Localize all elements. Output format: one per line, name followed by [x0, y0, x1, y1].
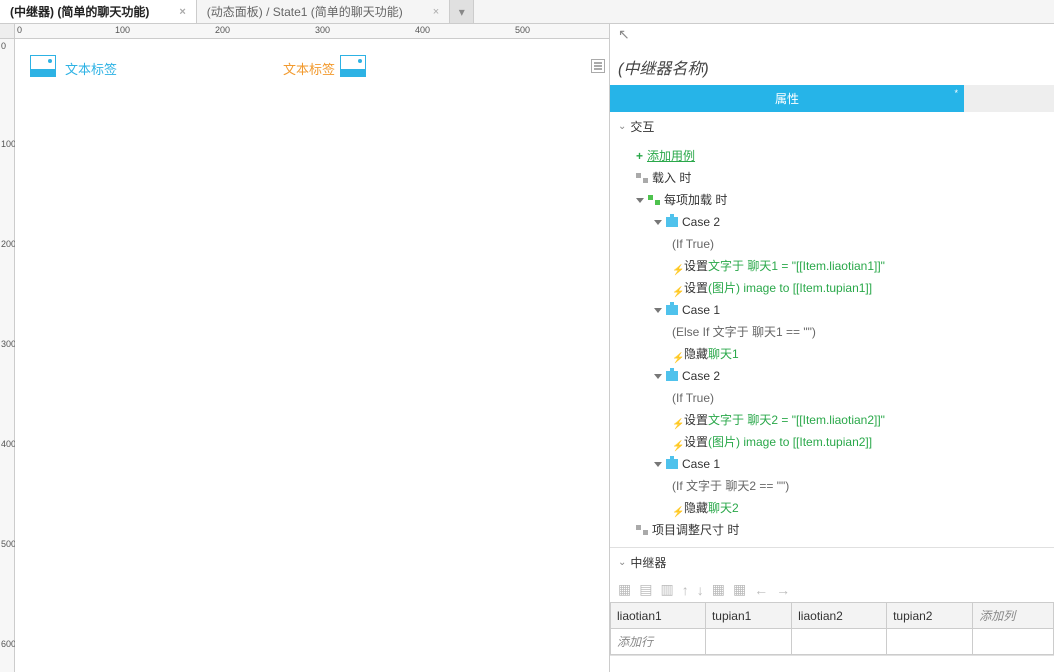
tab-properties[interactable]: 属性 * — [610, 85, 964, 112]
case-icon — [666, 305, 678, 315]
chevron-down-icon: ⌄ — [618, 557, 626, 568]
action-row[interactable]: 设置 (图片) image to [[Item.tupian1]] — [610, 277, 1054, 299]
toolbar-btn[interactable]: ▦ — [712, 581, 725, 598]
canvas-area: 0 100 200 300 400 500 0 100 200 300 400 … — [0, 24, 610, 672]
toolbar-btn[interactable]: ▦ — [733, 581, 746, 598]
widget-name[interactable]: (中继器名称) — [610, 45, 1054, 85]
case-condition: (If 文字于 聊天2 == "") — [610, 475, 1054, 497]
ruler-corner — [0, 24, 15, 39]
toolbar-btn[interactable]: ▤ — [639, 581, 652, 598]
cell[interactable] — [705, 629, 791, 655]
chevron-down-icon — [654, 308, 662, 313]
text-label-1[interactable]: 文本标签 — [65, 59, 117, 78]
section-header-repeater[interactable]: ⌄ 中继器 — [610, 548, 1054, 577]
tab-repeater[interactable]: (中继器) (简单的聊天功能) × — [0, 0, 197, 23]
case-icon — [666, 217, 678, 227]
case-icon — [666, 459, 678, 469]
event-icon — [636, 525, 648, 535]
repeater-data-table[interactable]: liaotian1 tupian1 liaotian2 tupian2 添加列 … — [610, 602, 1054, 655]
cell[interactable] — [973, 629, 1054, 655]
chevron-down-icon — [636, 198, 644, 203]
dirty-indicator: * — [954, 88, 958, 98]
tab-label: (中继器) (简单的聊天功能) — [10, 3, 149, 20]
add-case-link[interactable]: + 添加用例 — [610, 145, 1054, 167]
toolbar-btn[interactable]: ▦ — [618, 581, 631, 598]
col-header[interactable]: liaotian2 — [792, 603, 887, 629]
case-condition: (If True) — [610, 233, 1054, 255]
inspector-header: ↖ — [610, 24, 1054, 45]
close-icon[interactable]: × — [433, 6, 439, 18]
bolt-icon — [672, 348, 680, 360]
section-repeater: ⌄ 中继器 ▦ ▤ ▥ ↑ ↓ ▦ ▦ ← → liaotian1 tupian… — [610, 548, 1054, 656]
document-tabs: (中继器) (简单的聊天功能) × (动态面板) / State1 (简单的聊天… — [0, 0, 1054, 24]
tab-dynamic-panel[interactable]: (动态面板) / State1 (简单的聊天功能) × — [197, 0, 450, 23]
ruler-vertical: 0 100 200 300 400 500 600 — [0, 39, 15, 672]
repeater-toolbar: ▦ ▤ ▥ ↑ ↓ ▦ ▦ ← → — [610, 577, 1054, 602]
text-label-2[interactable]: 文本标签 — [283, 59, 335, 78]
image-widget-2[interactable] — [340, 55, 366, 77]
section-header-interactions[interactable]: ⌄ 交互 — [610, 112, 1054, 141]
tab-dropdown[interactable]: ▾ — [450, 0, 474, 23]
canvas[interactable]: 文本标签 文本标签 — [15, 39, 609, 672]
case-node[interactable]: Case 1 — [610, 453, 1054, 475]
section-title: 中继器 — [630, 554, 666, 571]
bolt-icon — [672, 502, 680, 514]
case-node[interactable]: Case 2 — [610, 365, 1054, 387]
plus-icon: + — [636, 147, 643, 165]
col-header[interactable]: liaotian1 — [611, 603, 706, 629]
tab-other[interactable] — [964, 85, 1054, 112]
note-icon[interactable] — [591, 59, 605, 73]
toolbar-btn[interactable]: ↑ — [682, 582, 689, 598]
tab-label: (动态面板) / State1 (简单的聊天功能) — [207, 3, 403, 20]
event-onitemload[interactable]: 每项加载 时 — [610, 189, 1054, 211]
cell[interactable] — [887, 629, 973, 655]
inspector-tabs: 属性 * — [610, 85, 1054, 112]
col-header[interactable]: tupian2 — [887, 603, 973, 629]
action-row[interactable]: 隐藏 聊天1 — [610, 343, 1054, 365]
image-widget-1[interactable] — [30, 55, 56, 77]
event-icon — [648, 195, 660, 205]
chevron-down-icon: ⌄ — [618, 121, 626, 132]
bolt-icon — [672, 414, 680, 426]
action-row[interactable]: 隐藏 聊天2 — [610, 497, 1054, 519]
event-onload[interactable]: 载入 时 — [610, 167, 1054, 189]
ruler-horizontal: 0 100 200 300 400 500 — [15, 24, 609, 39]
action-row[interactable]: 设置 文字于 聊天2 = "[[Item.liaotian2]]" — [610, 409, 1054, 431]
cell[interactable] — [792, 629, 887, 655]
section-interactions: ⌄ 交互 + 添加用例 载入 时 每项加载 时 — [610, 112, 1054, 548]
section-title: 交互 — [630, 118, 654, 135]
bolt-icon — [672, 260, 680, 272]
toolbar-btn[interactable]: ▥ — [660, 581, 673, 598]
event-icon — [636, 173, 648, 183]
col-header[interactable]: tupian1 — [705, 603, 791, 629]
add-column[interactable]: 添加列 — [973, 603, 1054, 629]
inspector-panel: ↖ (中继器名称) 属性 * ⌄ 交互 + 添加用例 — [610, 24, 1054, 672]
action-row[interactable]: 设置 (图片) image to [[Item.tupian2]] — [610, 431, 1054, 453]
bolt-icon — [672, 436, 680, 448]
chevron-down-icon — [654, 462, 662, 467]
close-icon[interactable]: × — [179, 6, 185, 18]
case-condition: (Else If 文字于 聊天1 == "") — [610, 321, 1054, 343]
chevron-down-icon — [654, 374, 662, 379]
toolbar-btn[interactable]: → — [776, 582, 790, 598]
collapse-arrow-icon[interactable]: ↖ — [618, 26, 630, 43]
add-row[interactable]: 添加行 — [611, 629, 706, 655]
case-condition: (If True) — [610, 387, 1054, 409]
toolbar-btn[interactable]: ← — [754, 582, 768, 598]
event-onresize[interactable]: 项目调整尺寸 时 — [610, 519, 1054, 541]
case-node[interactable]: Case 2 — [610, 211, 1054, 233]
case-node[interactable]: Case 1 — [610, 299, 1054, 321]
chevron-down-icon — [654, 220, 662, 225]
toolbar-btn[interactable]: ↓ — [697, 582, 704, 598]
action-row[interactable]: 设置 文字于 聊天1 = "[[Item.liaotian1]]" — [610, 255, 1054, 277]
case-icon — [666, 371, 678, 381]
bolt-icon — [672, 282, 680, 294]
